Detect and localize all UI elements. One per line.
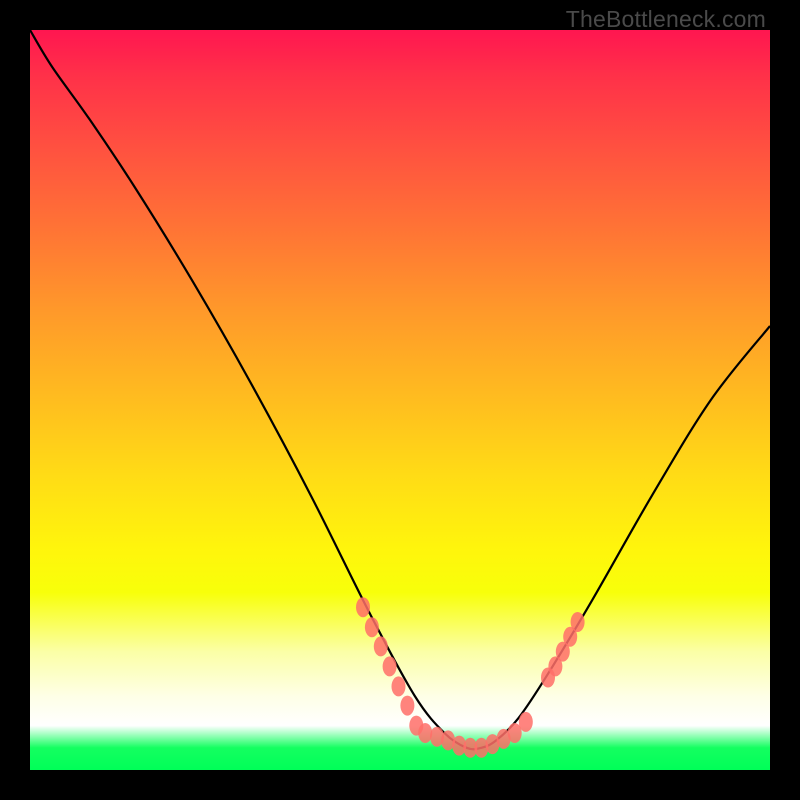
bottleneck-curve bbox=[30, 30, 770, 749]
chart-frame: TheBottleneck.com bbox=[0, 0, 800, 800]
chart-svg bbox=[30, 30, 770, 770]
marker-dot bbox=[383, 656, 397, 676]
marker-dot bbox=[571, 612, 585, 632]
marker-dot bbox=[519, 712, 533, 732]
marker-dot bbox=[374, 636, 388, 656]
marker-dot bbox=[365, 617, 379, 637]
marker-dot bbox=[400, 696, 414, 716]
marker-layer bbox=[356, 597, 585, 758]
marker-dot bbox=[392, 676, 406, 696]
watermark-text: TheBottleneck.com bbox=[566, 6, 766, 33]
marker-dot bbox=[418, 723, 432, 743]
plot-area bbox=[30, 30, 770, 770]
marker-dot bbox=[356, 597, 370, 617]
